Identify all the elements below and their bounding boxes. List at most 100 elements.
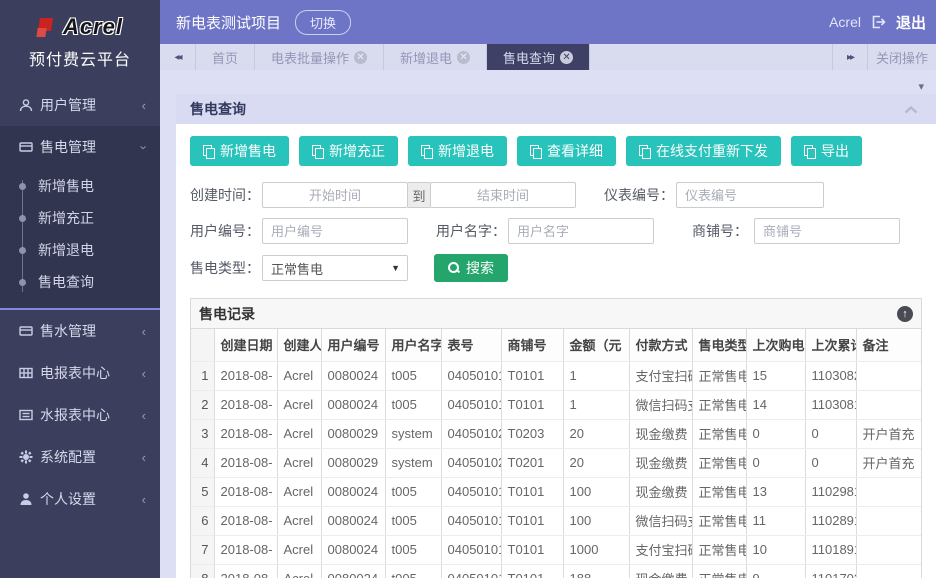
user-no-label: 用户编号： — [190, 221, 256, 241]
project-name: 新电表测试项目 — [176, 12, 281, 33]
export-button[interactable]: 导出 — [791, 136, 862, 166]
column-header[interactable]: 用户名字 — [385, 329, 441, 361]
sale-records-title: 售电记录 — [199, 304, 255, 324]
tabs-scroll-right-icon[interactable]: ▸▸ — [832, 44, 868, 70]
chevron-down-icon: › — [136, 145, 151, 149]
collapse-up-icon[interactable]: ↑ — [897, 306, 913, 322]
column-header[interactable]: 上次累计 — [805, 329, 856, 361]
logo-subtitle: 预付费云平台 — [0, 46, 160, 70]
logout-button[interactable]: 退出 — [896, 12, 926, 33]
start-time-input[interactable] — [262, 182, 408, 208]
sidebar-item-system-config[interactable]: 系统配置 ‹ — [0, 436, 160, 478]
new-recharge-button[interactable]: 新增充正 — [299, 136, 398, 166]
table-cell: 1102981. — [805, 477, 856, 506]
table-cell: 0 — [746, 448, 805, 477]
new-sale-button[interactable]: 新增售电 — [190, 136, 289, 166]
table-cell: Acrel — [277, 361, 321, 390]
table-row[interactable]: 12018-08-Acrel0080024t00504050101T01011支… — [191, 361, 921, 390]
column-header[interactable]: 商铺号 — [501, 329, 563, 361]
table-row[interactable]: 72018-08-Acrel0080024t00504050101T010110… — [191, 535, 921, 564]
close-tab-icon[interactable]: ✕ — [560, 51, 573, 64]
table-cell — [856, 477, 921, 506]
close-tab-icon[interactable]: ✕ — [457, 51, 470, 64]
submenu-item-new-sale[interactable]: 新增售电 — [0, 170, 160, 202]
tab-new-refund[interactable]: 新增退电 ✕ — [384, 44, 487, 70]
tab-label: 首页 — [212, 48, 238, 67]
table-cell — [856, 390, 921, 419]
table-cell: 04050101 — [441, 564, 501, 578]
sale-type-label: 售电类型： — [190, 258, 256, 278]
table-cell: 04050101 — [441, 390, 501, 419]
table-cell: T0101 — [501, 535, 563, 564]
table-row[interactable]: 82018-08-Acrel0080024t00504050101T010118… — [191, 564, 921, 578]
column-header[interactable]: 创建人 — [277, 329, 321, 361]
table-cell: 正常售电 — [692, 361, 746, 390]
column-header[interactable]: 用户编号 — [321, 329, 385, 361]
table-row[interactable]: 22018-08-Acrel0080024t00504050101T01011微… — [191, 390, 921, 419]
table-cell: T0201 — [501, 448, 563, 477]
sidebar-item-label: 售电管理 — [40, 137, 142, 157]
table-cell: 20 — [563, 419, 629, 448]
sidebar-item-water-sale[interactable]: 售水管理 ‹ — [0, 310, 160, 352]
table-cell: 支付宝扫码 — [629, 535, 692, 564]
sidebar-item-electric-report-center[interactable]: 电报表中心 ‹ — [0, 352, 160, 394]
table-cell: 2018-08- — [214, 361, 277, 390]
column-header[interactable]: 创建日期 — [214, 329, 277, 361]
bullet-dot-icon — [19, 183, 26, 190]
meter-no-input[interactable] — [676, 182, 824, 208]
row-index: 5 — [191, 477, 214, 506]
submenu-item-new-recharge[interactable]: 新增充正 — [0, 202, 160, 234]
table-cell: 04050101 — [441, 506, 501, 535]
column-header[interactable]: 表号 — [441, 329, 501, 361]
sale-type-select[interactable]: 正常售电 ▼ — [262, 255, 408, 281]
switch-project-button[interactable]: 切换 — [295, 10, 351, 35]
column-header[interactable]: 备注 — [856, 329, 921, 361]
collapse-panel-icon[interactable] — [904, 101, 918, 117]
index-column-header — [191, 329, 214, 361]
column-header[interactable]: 金额（元 — [563, 329, 629, 361]
tab-meter-batch-ops[interactable]: 电表批量操作 ✕ — [255, 44, 384, 70]
table-cell: t005 — [385, 564, 441, 578]
search-button[interactable]: 搜索 — [434, 254, 508, 282]
table-cell: 正常售电 — [692, 506, 746, 535]
chevron-left-icon: ‹ — [142, 492, 146, 507]
column-header[interactable]: 上次购电 — [746, 329, 805, 361]
tabs-scroll-left-icon[interactable]: ◂◂ — [160, 44, 196, 70]
tab-home[interactable]: 首页 — [196, 44, 255, 70]
sidebar-item-sale-management[interactable]: 售电管理 › — [0, 126, 160, 168]
username[interactable]: Acrel — [829, 14, 861, 30]
table-row[interactable]: 42018-08-Acrel0080029system04050102T0201… — [191, 448, 921, 477]
sale-type-value: 正常售电 — [271, 259, 323, 278]
online-pay-resend-button[interactable]: 在线支付重新下发 — [626, 136, 781, 166]
tab-sale-query[interactable]: 售电查询 ✕ — [487, 44, 590, 70]
table-row[interactable]: 32018-08-Acrel0080029system04050102T0203… — [191, 419, 921, 448]
sidebar-item-user-management[interactable]: 用户管理 ‹ — [0, 84, 160, 126]
end-time-input[interactable] — [430, 182, 576, 208]
file-icon — [421, 145, 432, 158]
sidebar-item-water-report-center[interactable]: 水报表中心 ‹ — [0, 394, 160, 436]
caret-down-icon[interactable]: ▾ — [918, 80, 924, 93]
user-name-input[interactable] — [508, 218, 654, 244]
table-cell: Acrel — [277, 506, 321, 535]
logout-icon[interactable] — [871, 15, 886, 29]
column-header[interactable]: 售电类型 — [692, 329, 746, 361]
table-row[interactable]: 52018-08-Acrel0080024t00504050101T010110… — [191, 477, 921, 506]
table-row[interactable]: 62018-08-Acrel0080024t00504050101T010110… — [191, 506, 921, 535]
close-operations-dropdown[interactable]: 关闭操作 — [868, 44, 936, 70]
sidebar-item-personal-settings[interactable]: 个人设置 ‹ — [0, 478, 160, 520]
shop-no-input[interactable] — [754, 218, 900, 244]
create-time-label: 创建时间： — [190, 185, 256, 205]
user-no-input[interactable] — [262, 218, 408, 244]
close-tab-icon[interactable]: ✕ — [354, 51, 367, 64]
view-detail-button[interactable]: 查看详细 — [517, 136, 616, 166]
submenu-item-sale-query[interactable]: 售电查询 — [0, 266, 160, 298]
table-cell: t005 — [385, 506, 441, 535]
submenu-item-new-refund[interactable]: 新增退电 — [0, 234, 160, 266]
chevron-left-icon: ‹ — [142, 324, 146, 339]
table-cell: 04050101 — [441, 535, 501, 564]
shop-no-label: 商铺号： — [682, 221, 748, 241]
table-cell: 正常售电 — [692, 390, 746, 419]
column-header[interactable]: 付款方式 — [629, 329, 692, 361]
chevron-left-icon: ‹ — [142, 408, 146, 423]
new-refund-button[interactable]: 新增退电 — [408, 136, 507, 166]
